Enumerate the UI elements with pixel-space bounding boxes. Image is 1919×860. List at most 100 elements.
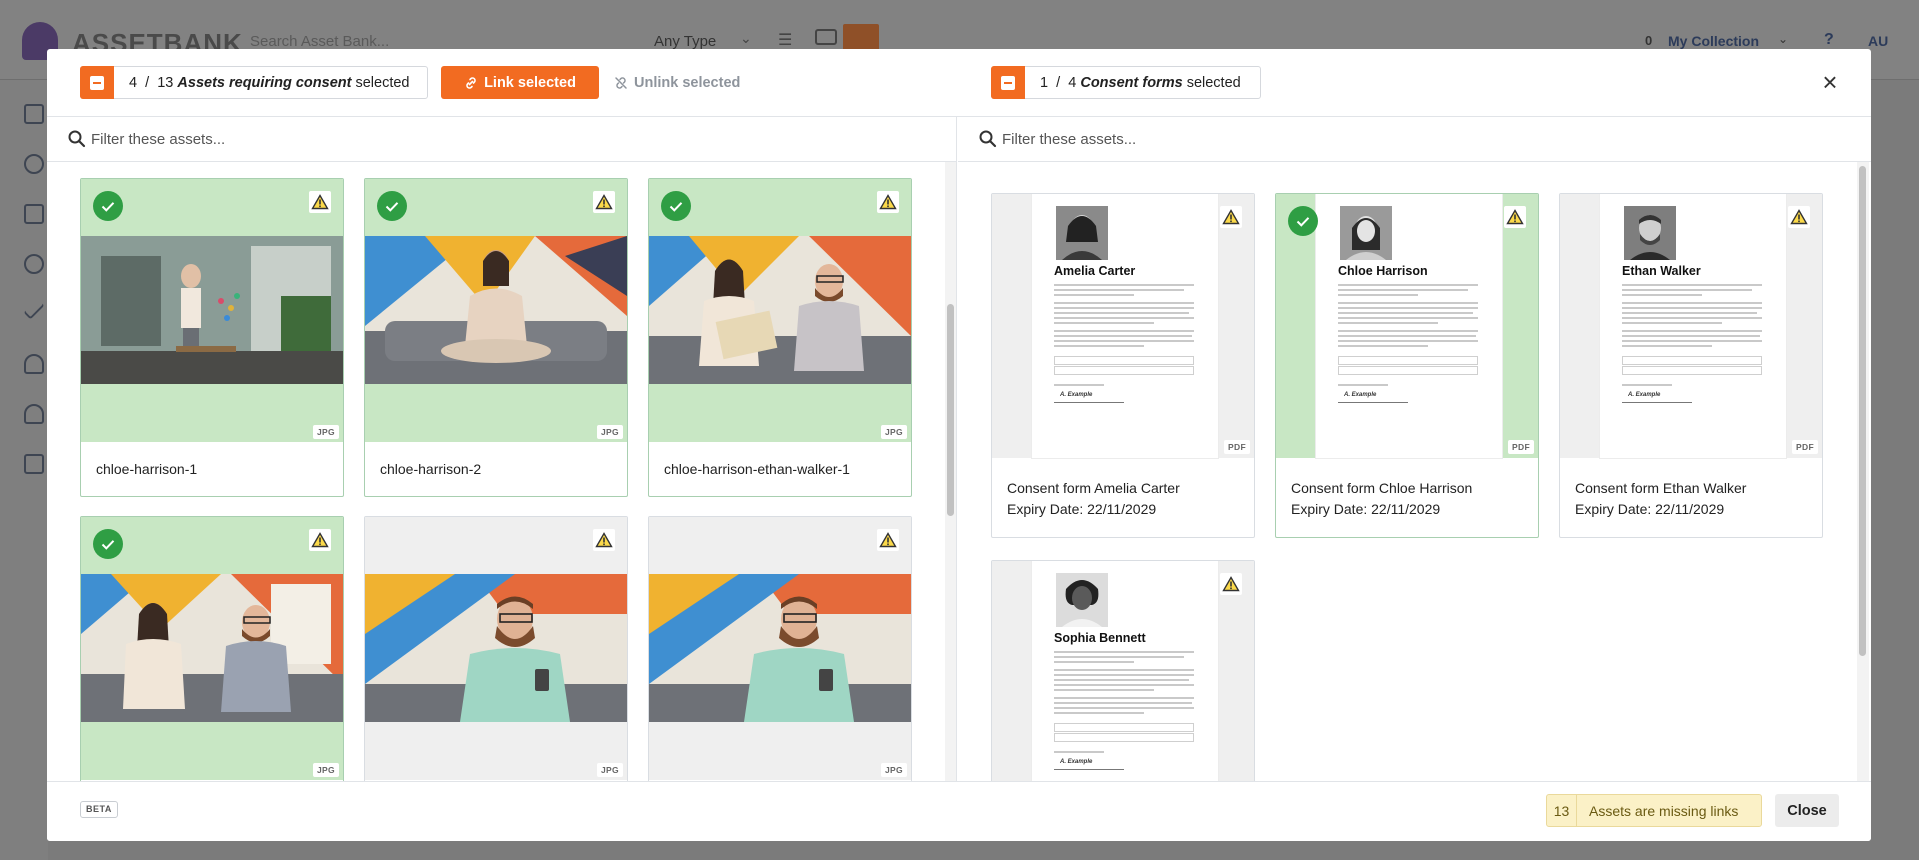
text-line (1622, 289, 1752, 291)
selected-word: selected (1186, 74, 1241, 91)
file-type-badge: JPG (313, 425, 339, 439)
form-title: Consent form Ethan Walker (1575, 480, 1747, 496)
camera-icon[interactable] (815, 29, 837, 45)
form-document-preview: Chloe Harrison A. Example (1316, 194, 1502, 458)
form-thumbnail-area: Sophia Bennett A. Example (992, 561, 1254, 781)
star-icon[interactable] (24, 254, 44, 274)
assets-filter-placeholder: Filter these assets... (91, 130, 226, 148)
missing-links-label: Assets are missing links (1589, 802, 1739, 819)
warning-icon (309, 191, 331, 213)
form-field (1054, 356, 1194, 365)
asset-card[interactable]: JPG (648, 516, 912, 781)
forms-selected-count: 1 (1040, 74, 1049, 91)
text-line (1054, 661, 1134, 663)
check-icon[interactable] (23, 298, 45, 320)
unlink-icon (615, 76, 627, 89)
text-line (1054, 684, 1194, 686)
form-field (1054, 723, 1194, 732)
consent-form-card[interactable]: Ethan Walker A. Example PDF Consent form… (1559, 193, 1823, 538)
checkbox-icon[interactable] (24, 454, 44, 474)
user-avatar[interactable]: AU (1868, 33, 1888, 49)
text-line (1622, 284, 1762, 286)
consent-form-card[interactable]: Sophia Bennett A. Example (991, 560, 1255, 781)
file-type-badge: JPG (881, 425, 907, 439)
check-icon[interactable] (93, 191, 123, 221)
check-icon[interactable] (1288, 206, 1318, 236)
cloud-upload-icon[interactable] (24, 354, 44, 374)
assets-filter-input[interactable]: Filter these assets... (47, 117, 956, 162)
minus-checkbox-icon[interactable] (991, 66, 1025, 99)
my-collection-link[interactable]: My Collection (1668, 33, 1759, 49)
forms-filter-input[interactable]: Filter these assets... (958, 117, 1871, 162)
asset-thumbnail-area: JPG (649, 517, 911, 780)
text-line (1054, 674, 1194, 676)
form-document-preview: Sophia Bennett A. Example (1032, 561, 1218, 781)
asset-thumbnail-area: JPG (81, 179, 343, 442)
asset-card[interactable]: JPG (364, 516, 628, 781)
minus-checkbox-icon[interactable] (80, 66, 114, 99)
check-icon[interactable] (661, 191, 691, 221)
home-icon[interactable] (24, 104, 44, 124)
help-icon[interactable]: ? (1824, 31, 1834, 49)
text-line (1338, 289, 1468, 291)
form-signature: A. Example (1060, 759, 1093, 765)
forms-filter-placeholder: Filter these assets... (1002, 130, 1137, 148)
text-line (1622, 307, 1762, 309)
cloud-icon[interactable] (24, 404, 44, 424)
close-button[interactable]: Close (1775, 794, 1839, 827)
text-line (1054, 689, 1154, 691)
consent-form-card[interactable]: Chloe Harrison A. Example PDF Consent fo… (1275, 193, 1539, 538)
text-line (1622, 330, 1762, 332)
form-title: Consent form Amelia Carter (1007, 480, 1180, 496)
asset-card[interactable]: JPG chloe-harrison-2 (364, 178, 628, 497)
form-thumbnail-area: Ethan Walker A. Example PDF (1560, 194, 1822, 458)
assets-total-count: 13 (157, 74, 174, 91)
text-line (1054, 656, 1184, 658)
missing-links-count: 13 (1547, 795, 1577, 826)
asset-thumbnail-area: JPG (81, 517, 343, 780)
beta-badge: BETA (80, 801, 118, 818)
forms-scrollbar[interactable] (1857, 162, 1869, 781)
text-line (1622, 312, 1757, 314)
search-icon[interactable] (24, 154, 44, 174)
form-person-name: Amelia Carter (1054, 264, 1136, 278)
text-line (1054, 697, 1194, 699)
forms-scrollbar-thumb[interactable] (1859, 166, 1866, 656)
asset-card[interactable]: JPG chloe-harrison-1 (80, 178, 344, 497)
text-line (1054, 322, 1154, 324)
text-line (1054, 712, 1144, 714)
form-thumbnail-area: Chloe Harrison A. Example PDF (1276, 194, 1538, 458)
asset-card[interactable]: JPG chloe-harrison-ethan-walker-1 (648, 178, 912, 497)
filter-sliders-icon[interactable]: ☰ (778, 30, 792, 50)
text-line (1622, 322, 1722, 324)
form-signature: A. Example (1060, 392, 1093, 398)
form-thumbnail-area: Amelia Carter A. Example PDF (992, 194, 1254, 458)
unlink-selected-button[interactable]: Unlink selected (614, 66, 740, 99)
text-line (1054, 312, 1189, 314)
form-expiry: Expiry Date: 22/11/2029 (1007, 501, 1157, 517)
asset-card[interactable]: JPG (80, 516, 344, 781)
link-selected-button[interactable]: Link selected (441, 66, 599, 99)
check-icon[interactable] (93, 529, 123, 559)
assets-selection-text: 4 / 13 Assets requiring consent selected (114, 75, 424, 91)
forms-selection-summary: 1 / 4 Consent forms selected (991, 66, 1261, 99)
chevron-down-icon[interactable]: ⌄ (1778, 32, 1788, 46)
asset-name: chloe-harrison-ethan-walker-1 (664, 461, 850, 477)
text-line (1338, 330, 1478, 332)
selected-word: selected (355, 74, 410, 91)
text-line (1054, 294, 1134, 296)
close-icon[interactable]: × (1817, 69, 1843, 96)
folder-icon[interactable] (24, 204, 44, 224)
text-line (1054, 669, 1194, 671)
consent-linking-modal: 4 / 13 Assets requiring consent selected… (47, 49, 1871, 841)
form-portrait (1340, 206, 1392, 260)
check-icon[interactable] (377, 191, 407, 221)
text-line (1054, 307, 1194, 309)
form-field (1054, 366, 1194, 375)
consent-form-card[interactable]: Amelia Carter A. Example PDF Consent for… (991, 193, 1255, 538)
assets-selected-count: 4 (129, 74, 138, 91)
text-line (1622, 335, 1760, 337)
form-document-preview: Ethan Walker A. Example (1600, 194, 1786, 458)
assets-scrollbar[interactable] (945, 162, 956, 781)
assets-scrollbar-thumb[interactable] (947, 304, 954, 516)
